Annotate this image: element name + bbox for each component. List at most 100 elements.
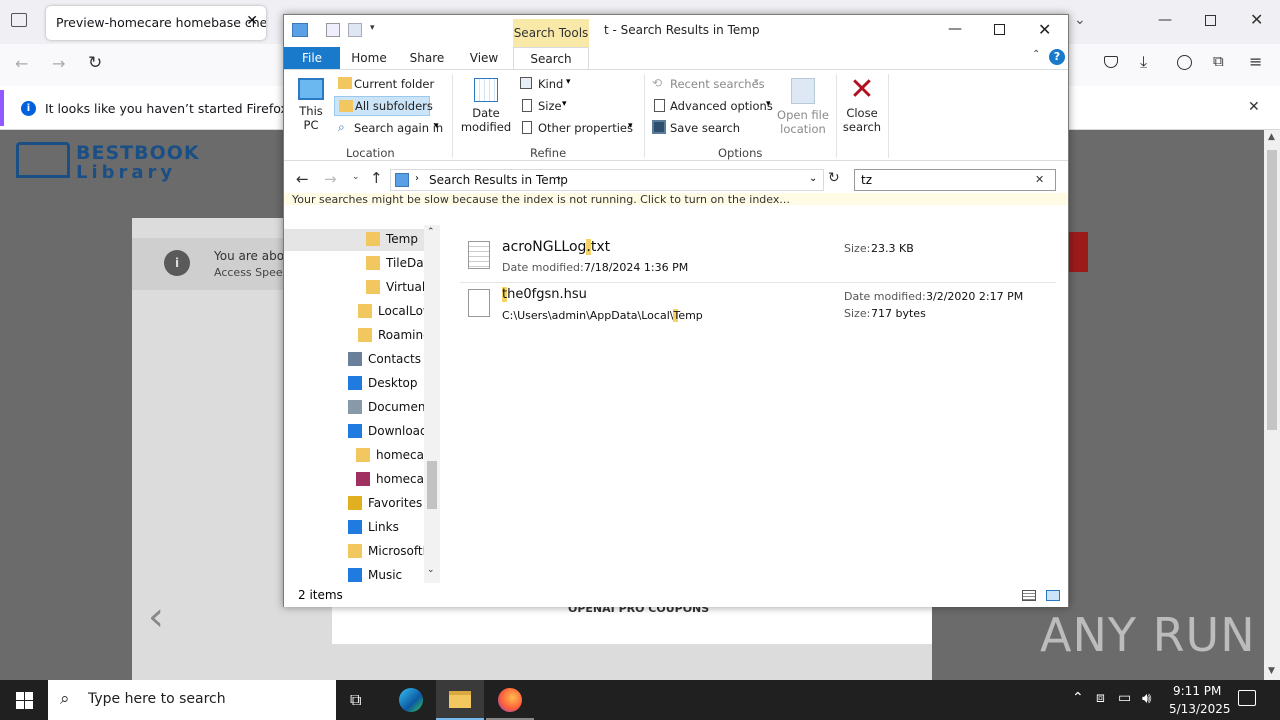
close-search-button[interactable]: ✕ Close search (840, 74, 884, 142)
clock-date[interactable]: 5/13/2025 (1169, 702, 1231, 716)
menu-icon[interactable]: ≡ (1249, 52, 1262, 71)
qat-dropdown-icon[interactable]: ▾ (370, 23, 375, 33)
nav-scroll-up-icon[interactable]: ⌃ (427, 227, 435, 237)
scroll-thumb[interactable] (1267, 150, 1277, 430)
search-input-text[interactable]: tz (861, 173, 872, 187)
nav-item[interactable]: Desktop (284, 373, 424, 395)
nav-back-icon[interactable]: ← (296, 170, 309, 188)
advanced-options-button[interactable]: Advanced options ▾ (650, 96, 774, 116)
nav-item-label: Favorites (368, 496, 423, 510)
result-item[interactable]: acroNGLLog.txt Date modified: 7/18/2024 … (460, 237, 1056, 283)
minimize-button[interactable]: — (948, 21, 962, 37)
file-explorer-taskbar-icon[interactable] (436, 680, 484, 720)
help-icon[interactable]: ? (1049, 49, 1065, 65)
nav-item[interactable]: Roaming (284, 325, 424, 347)
nav-pane-scrollbar[interactable]: ⌃ ⌄ (424, 225, 440, 583)
folder-icon (366, 280, 380, 294)
bestbook-logo[interactable]: BESTBOOK Library (16, 140, 199, 184)
star-icon (348, 496, 362, 510)
tiles-view-icon[interactable] (1046, 590, 1060, 601)
details-view-icon[interactable] (1022, 590, 1036, 601)
nav-scroll-thumb[interactable] (427, 461, 437, 509)
recent-locations-icon[interactable]: ⌄ (352, 172, 360, 182)
nav-item[interactable]: VirtualS (284, 277, 424, 299)
nav-item[interactable]: Links (284, 517, 424, 539)
restore-icon[interactable] (1205, 15, 1216, 26)
nav-item[interactable]: TileData (284, 253, 424, 275)
collapse-ribbon-icon[interactable]: ⌃ (1032, 49, 1040, 60)
firefox-taskbar-icon[interactable] (486, 680, 534, 720)
extensions-icon[interactable]: ⧉ (1213, 52, 1224, 70)
search-again-button[interactable]: ⌕ Search again in ▾ (334, 118, 448, 138)
clock-time[interactable]: 9:11 PM (1173, 684, 1221, 698)
scroll-down-icon[interactable]: ▼ (1268, 666, 1275, 676)
location-group-label: Location (346, 146, 395, 160)
notification-icon[interactable] (1238, 690, 1256, 706)
tabs-dropdown-icon[interactable]: ⌄ (1074, 12, 1086, 28)
close-window-icon[interactable]: ✕ (1250, 10, 1263, 29)
nav-item[interactable]: LocalLow (284, 301, 424, 323)
forward-icon[interactable]: → (52, 54, 65, 73)
address-dropdown-icon[interactable]: ⌄ (809, 173, 817, 184)
downloads-icon[interactable]: ⤓ (1140, 52, 1147, 72)
nav-item[interactable]: Music (284, 565, 424, 583)
pocket-icon[interactable] (1104, 56, 1118, 68)
reload-icon[interactable]: ↻ (88, 53, 102, 73)
account-icon[interactable] (1177, 55, 1192, 70)
scroll-up-icon[interactable]: ▲ (1268, 132, 1275, 142)
close-button[interactable]: ✕ (1038, 20, 1051, 39)
tab-list-icon[interactable] (11, 13, 27, 27)
taskbar-search-box[interactable]: ⌕ Type here to search (48, 680, 336, 720)
search-box[interactable]: tz ✕ (854, 169, 1056, 191)
open-file-location-button: Open file location (776, 74, 830, 142)
up-folder-icon[interactable]: ↑ (370, 169, 383, 187)
browser-tab[interactable]: Preview-homecare homebase cheat ✕ (46, 6, 266, 40)
tab-home[interactable]: Home (344, 47, 394, 69)
kind-button[interactable]: Kind ▾ (518, 74, 588, 94)
nav-item[interactable]: homecare (284, 445, 424, 467)
show-hidden-icons[interactable]: ⌃ (1072, 690, 1084, 706)
address-bar[interactable]: › Search Results in Temp › ⌄ (390, 169, 824, 191)
address-text[interactable]: Search Results in Temp (429, 173, 568, 187)
tab-file[interactable]: File (284, 47, 340, 69)
nav-item[interactable]: Documents (284, 397, 424, 419)
maximize-button[interactable] (994, 24, 1005, 35)
result-item[interactable]: the0fgsn.hsu C:\Users\admin\AppData\Loca… (460, 285, 1056, 331)
nav-item[interactable]: Contacts (284, 349, 424, 371)
clear-search-icon[interactable]: ✕ (1035, 173, 1044, 186)
properties-qat-icon[interactable] (326, 23, 340, 37)
tab-search[interactable]: Search (513, 47, 589, 69)
close-tab-icon[interactable]: ✕ (246, 13, 258, 29)
nav-item[interactable]: Favorites (284, 493, 424, 515)
back-icon[interactable]: ← (15, 54, 28, 73)
volume-icon[interactable]: 🔊︎ (1142, 689, 1151, 707)
this-pc-button[interactable]: This PC (294, 74, 328, 142)
refresh-icon[interactable]: ↻ (828, 170, 840, 186)
start-button[interactable] (0, 680, 48, 720)
nav-item[interactable]: Downloads (284, 421, 424, 443)
edge-icon[interactable] (386, 680, 434, 720)
date-modified-button[interactable]: Date modified (458, 74, 514, 142)
current-folder-button[interactable]: Current folder (334, 74, 434, 94)
network-icon[interactable]: ▭ (1118, 690, 1131, 706)
other-properties-button[interactable]: Other properties ▾ (518, 118, 638, 138)
page-scrollbar[interactable]: ▲ ▼ (1264, 130, 1280, 680)
new-folder-qat-icon[interactable] (348, 23, 362, 37)
nav-item[interactable]: MicrosoftE (284, 541, 424, 563)
tab-view[interactable]: View (460, 47, 508, 69)
network-status-icon[interactable]: ⧈ (1096, 690, 1105, 706)
prev-page-arrow[interactable]: ‹ (148, 594, 164, 640)
size-button[interactable]: Size ▾ (518, 96, 588, 116)
all-subfolders-button[interactable]: All subfolders (334, 96, 433, 116)
nav-scroll-down-icon[interactable]: ⌄ (427, 565, 435, 575)
tab-share[interactable]: Share (402, 47, 452, 69)
nav-item[interactable]: homecare (284, 469, 424, 491)
nav-item[interactable]: Temp (284, 229, 424, 251)
nav-forward-icon[interactable]: → (324, 170, 337, 188)
index-info-bar[interactable]: Your searches might be slow because the … (284, 193, 1068, 205)
close-notice-icon[interactable]: ✕ (1248, 99, 1260, 115)
save-search-button[interactable]: Save search (650, 118, 740, 138)
minimize-icon[interactable]: — (1158, 12, 1172, 28)
breadcrumb-separator-icon: › (557, 173, 561, 184)
task-view-button[interactable]: ⧉ (336, 680, 384, 720)
